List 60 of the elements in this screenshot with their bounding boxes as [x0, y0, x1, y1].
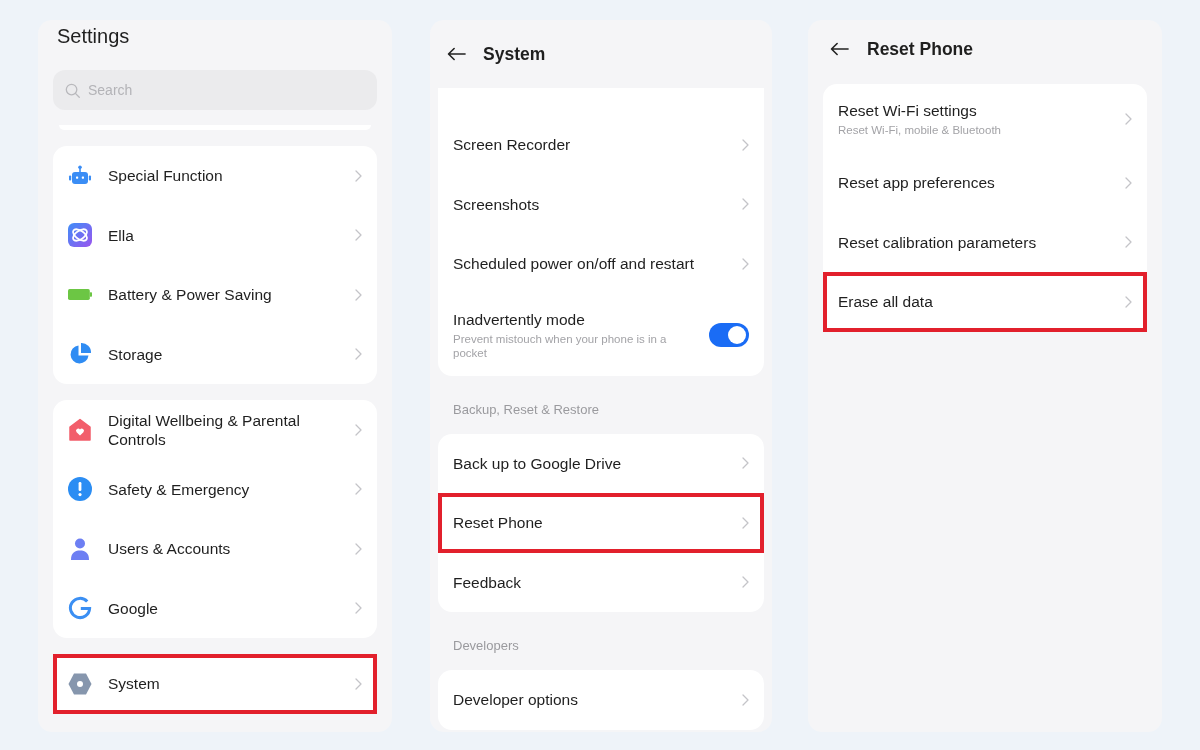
chevron-icon	[742, 576, 749, 589]
settings-row[interactable]: Google	[53, 578, 377, 638]
settings-row[interactable]: Safety & Emergency	[53, 459, 377, 519]
settings-row[interactable]: Screenshots	[438, 174, 764, 234]
toggle-switch[interactable]	[709, 322, 749, 347]
chevron-icon	[1125, 295, 1132, 308]
settings-row[interactable]: Digital Wellbeing & Parental Controls	[53, 400, 377, 460]
settings-row[interactable]: Erase all data	[823, 272, 1147, 332]
settings-row[interactable]: Battery & Power Saving	[53, 265, 377, 325]
section-header: Developers	[452, 637, 520, 655]
search-field[interactable]: Search	[53, 70, 377, 110]
settings-row[interactable]: Reset calibration parameters	[823, 212, 1147, 272]
chevron-icon	[355, 348, 362, 361]
chevron-icon	[355, 288, 362, 301]
chevron-icon	[742, 457, 749, 470]
chevron-icon	[355, 169, 362, 182]
settings-row[interactable]: Special Function	[53, 146, 377, 206]
settings-row[interactable]: Ella	[53, 205, 377, 265]
person-icon	[68, 536, 92, 561]
chevron-icon	[1125, 176, 1132, 189]
hexagon-icon	[68, 671, 92, 696]
settings-row[interactable]: Reset Phone	[438, 493, 764, 553]
section-header: Backup, Reset & Restore	[452, 400, 600, 419]
screen-title: Settings	[57, 24, 130, 48]
screen-title: System	[483, 43, 546, 65]
battery-icon	[68, 289, 92, 301]
chevron-icon	[355, 423, 362, 436]
alert-icon	[68, 477, 92, 502]
chevron-icon	[742, 693, 749, 706]
settings-row[interactable]: Developer options	[438, 670, 764, 730]
search-icon	[65, 82, 80, 98]
settings-row[interactable]: Reset app preferences	[823, 153, 1147, 213]
back-icon[interactable]	[447, 47, 466, 61]
chevron-icon	[355, 542, 362, 555]
chevron-icon	[1125, 236, 1132, 249]
chevron-icon	[355, 483, 362, 496]
letter-g-logo-icon	[68, 596, 92, 621]
back-icon[interactable]	[830, 42, 849, 56]
settings-row[interactable]: Users & Accounts	[53, 519, 377, 579]
chevron-icon	[742, 257, 749, 270]
house-heart-icon	[68, 417, 92, 442]
orbit-app-icon	[68, 223, 92, 248]
settings-row[interactable]: Scheduled power on/off and restart	[438, 234, 764, 294]
row-subtitle: Reset Wi-Fi, mobile & Bluetooth	[838, 122, 1002, 137]
settings-row[interactable]: Inadvertently mode Prevent mistouch when your phone is in a pocket	[438, 293, 764, 376]
settings-row[interactable]: Back up to Google Drive	[438, 433, 764, 493]
settings-row[interactable]: Storage	[53, 324, 377, 384]
screen-title: Reset Phone	[867, 38, 973, 60]
chevron-icon	[355, 677, 362, 690]
row-subtitle: Prevent mistouch when your phone is in a pocket	[453, 331, 668, 360]
settings-row[interactable]: Screen Recorder	[438, 115, 764, 175]
settings-row[interactable]: Reset Wi-Fi settings Reset Wi-Fi, mobile & Bluetooth	[823, 84, 1147, 153]
chevron-icon	[742, 198, 749, 211]
chevron-icon	[355, 602, 362, 615]
chevron-icon	[742, 138, 749, 151]
chevron-icon	[742, 516, 749, 529]
chevron-icon	[355, 229, 362, 242]
settings-row[interactable]: System	[53, 654, 377, 714]
settings-row[interactable]: Feedback	[438, 552, 764, 612]
chevron-icon	[1125, 112, 1132, 125]
